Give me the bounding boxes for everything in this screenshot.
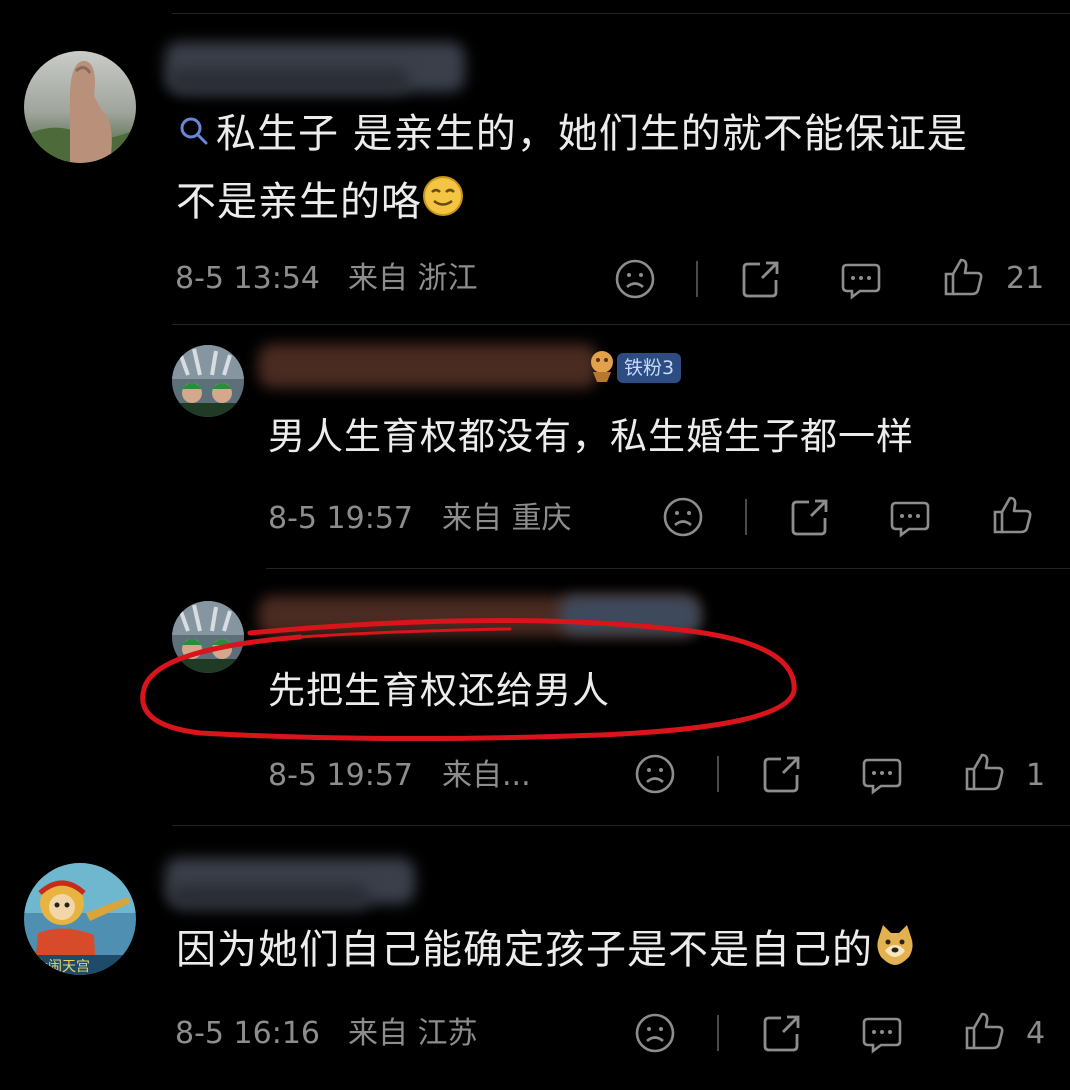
username-redacted[interactable] [258,344,598,388]
divider [172,324,1070,325]
sad-face-icon[interactable] [632,751,678,797]
sad-face-icon[interactable] [612,256,658,302]
comment-text: 因为她们自己能确定孩子是不是自己的 [176,920,1056,982]
share-icon[interactable] [738,256,784,302]
username-redacted [170,68,410,94]
divider [745,499,747,535]
like-icon[interactable] [989,492,1035,538]
comment-text: 男人生育权都没有，私生婚生子都一样 [268,415,914,458]
comment-text-body: 因为她们自己能确定孩子是不是自己的 [176,927,873,973]
divider [717,1015,719,1051]
like-icon[interactable] [961,1008,1007,1054]
avatar[interactable] [24,51,136,163]
comment-timestamp: 8-5 16:16 [175,1016,320,1051]
comment-text: 不是亲生的咯 [176,172,1056,234]
share-icon[interactable] [787,494,833,540]
comment-icon[interactable] [859,1010,905,1056]
fan-badge: 铁粉3 [617,353,682,383]
divider [696,261,698,297]
comment-icon[interactable] [838,256,884,302]
comment-timestamp: 8-5 13:54 [175,261,320,296]
comment-text: 私生子 是亲生的，她们生的就不能保证是 [176,104,1056,166]
comment-location: 来自 浙江 [348,261,478,296]
like-count: 21 [1006,261,1045,296]
divider [266,568,1070,569]
comment-timestamp: 8-5 19:57 [268,758,413,793]
comment-icon[interactable] [887,494,933,540]
divider-top [172,13,1070,14]
doge-emoji [873,922,917,982]
avatar[interactable]: 大闹天宫 [24,863,136,975]
divider [717,756,719,792]
username-redacted [170,884,370,910]
like-count: 1 [1026,758,1046,793]
comment-icon[interactable] [859,751,905,797]
comment-timestamp: 8-5 19:57 [268,501,413,536]
comment-location: 来自... [442,758,531,793]
search-icon[interactable] [176,106,212,166]
comment-text-line2: 不是亲生的咯 [176,179,422,225]
share-icon[interactable] [759,1010,805,1056]
sad-face-icon[interactable] [660,494,706,540]
comment-location: 来自 重庆 [442,501,572,536]
comment-text-line1: 私生子 是亲生的，她们生的就不能保证是 [216,111,968,157]
smile-emoji [422,174,464,234]
share-icon[interactable] [759,751,805,797]
avatar[interactable] [172,345,244,417]
like-icon[interactable] [961,749,1007,795]
svg-text:大闹天宫: 大闹天宫 [34,959,90,975]
divider [172,825,1070,826]
like-icon[interactable] [940,254,986,300]
fan-badge-icon [585,348,619,384]
like-count: 4 [1026,1016,1046,1051]
sad-face-icon[interactable] [632,1010,678,1056]
red-highlight-circle [140,618,797,742]
comment-location: 来自 江苏 [348,1016,478,1051]
